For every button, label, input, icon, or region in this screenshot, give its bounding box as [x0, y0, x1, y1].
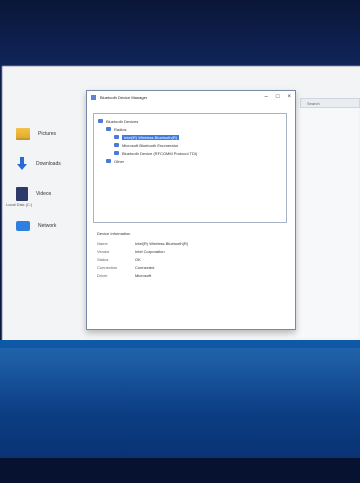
tree-item[interactable]: Intel(R) Wireless Bluetooth(R) — [114, 134, 180, 140]
taskbar — [0, 458, 360, 483]
property-row: Name Intel(R) Wireless Bluetooth(R) — [97, 241, 277, 247]
device-icon — [114, 135, 119, 139]
property-value: Intel Corporation — [135, 249, 165, 254]
tree-item[interactable]: Bluetooth Device (RFCOMM Protocol TDI) — [114, 150, 197, 156]
property-value: Connected — [135, 265, 155, 270]
drive-label: Local Disk (C:) — [6, 202, 33, 207]
app-icon — [91, 94, 96, 100]
device-tree: Bluetooth Devices Radios Intel(R) Wirele… — [93, 113, 287, 223]
tree-item-label: Bluetooth Device (RFCOMM Protocol TDI) — [122, 150, 198, 156]
sidebar-item-label: Videos — [36, 191, 52, 197]
device-icon — [114, 143, 119, 147]
device-icon — [114, 151, 119, 155]
tree-item-label: Intel(R) Wireless Bluetooth(R) — [122, 134, 180, 140]
property-value: Intel(R) Wireless Bluetooth(R) — [135, 241, 189, 246]
tree-item-label: Microsoft Bluetooth Enumerator — [122, 142, 179, 148]
window-titlebar: Bluetooth Device Manager – □ × — [87, 91, 295, 103]
device-manager-window: Bluetooth Device Manager – □ × Bluetooth… — [86, 90, 296, 330]
sidebar-item-network[interactable]: Network — [16, 214, 86, 238]
sidebar-item-label: Network — [38, 223, 57, 229]
property-value: Microsoft — [135, 273, 152, 278]
property-key: Vendor — [97, 249, 110, 254]
search-box[interactable]: Search — [300, 98, 360, 108]
network-icon — [16, 221, 30, 231]
monitor-bezel — [0, 0, 360, 70]
search-hint: Search — [307, 100, 320, 106]
video-icon — [16, 187, 28, 201]
tree-other[interactable]: Other — [106, 158, 124, 164]
window-controls: – □ × — [265, 94, 291, 100]
computer-icon — [98, 119, 103, 123]
property-row: Status OK — [97, 257, 277, 263]
device-icon — [106, 159, 111, 163]
download-icon — [16, 157, 28, 171]
sidebar-item-downloads[interactable]: Downloads — [16, 152, 86, 176]
tree-other-label: Other — [114, 158, 125, 164]
sidebar-item-pictures[interactable]: Pictures — [16, 122, 86, 146]
property-value: OK — [135, 257, 141, 262]
properties-pane: Device Information Name Intel(R) Wireles… — [93, 231, 285, 321]
bluetooth-icon — [106, 127, 111, 131]
right-pane — [288, 108, 358, 338]
property-key: Connection — [97, 265, 118, 270]
tree-group[interactable]: Radios — [106, 126, 126, 132]
folder-icon — [16, 128, 30, 140]
close-icon[interactable]: × — [287, 94, 291, 100]
tree-root-label: Bluetooth Devices — [106, 118, 139, 124]
properties-header: Device Information — [97, 231, 131, 236]
window-title: Bluetooth Device Manager — [100, 94, 148, 100]
tree-item[interactable]: Microsoft Bluetooth Enumerator — [114, 142, 178, 148]
window-toolbar — [87, 103, 295, 111]
tree-group-label: Radios — [114, 126, 127, 132]
property-key: Status — [97, 257, 109, 262]
photo-frame: Search Pictures Downloads Videos Network… — [0, 0, 360, 483]
maximize-icon[interactable]: □ — [276, 94, 280, 100]
sidebar-item-label: Pictures — [38, 131, 57, 137]
sidebar-item-label: Downloads — [36, 161, 61, 167]
tree-root[interactable]: Bluetooth Devices — [98, 118, 138, 124]
property-key: Name — [97, 241, 108, 246]
property-key: Driver — [97, 273, 108, 278]
property-row: Vendor Intel Corporation — [97, 249, 277, 255]
screen-glare — [0, 348, 360, 418]
minimize-icon[interactable]: – — [265, 94, 268, 100]
property-row: Driver Microsoft — [97, 273, 277, 279]
property-row: Connection Connected — [97, 265, 277, 271]
explorer-sidebar: Pictures Downloads Videos Network Local … — [4, 110, 90, 250]
